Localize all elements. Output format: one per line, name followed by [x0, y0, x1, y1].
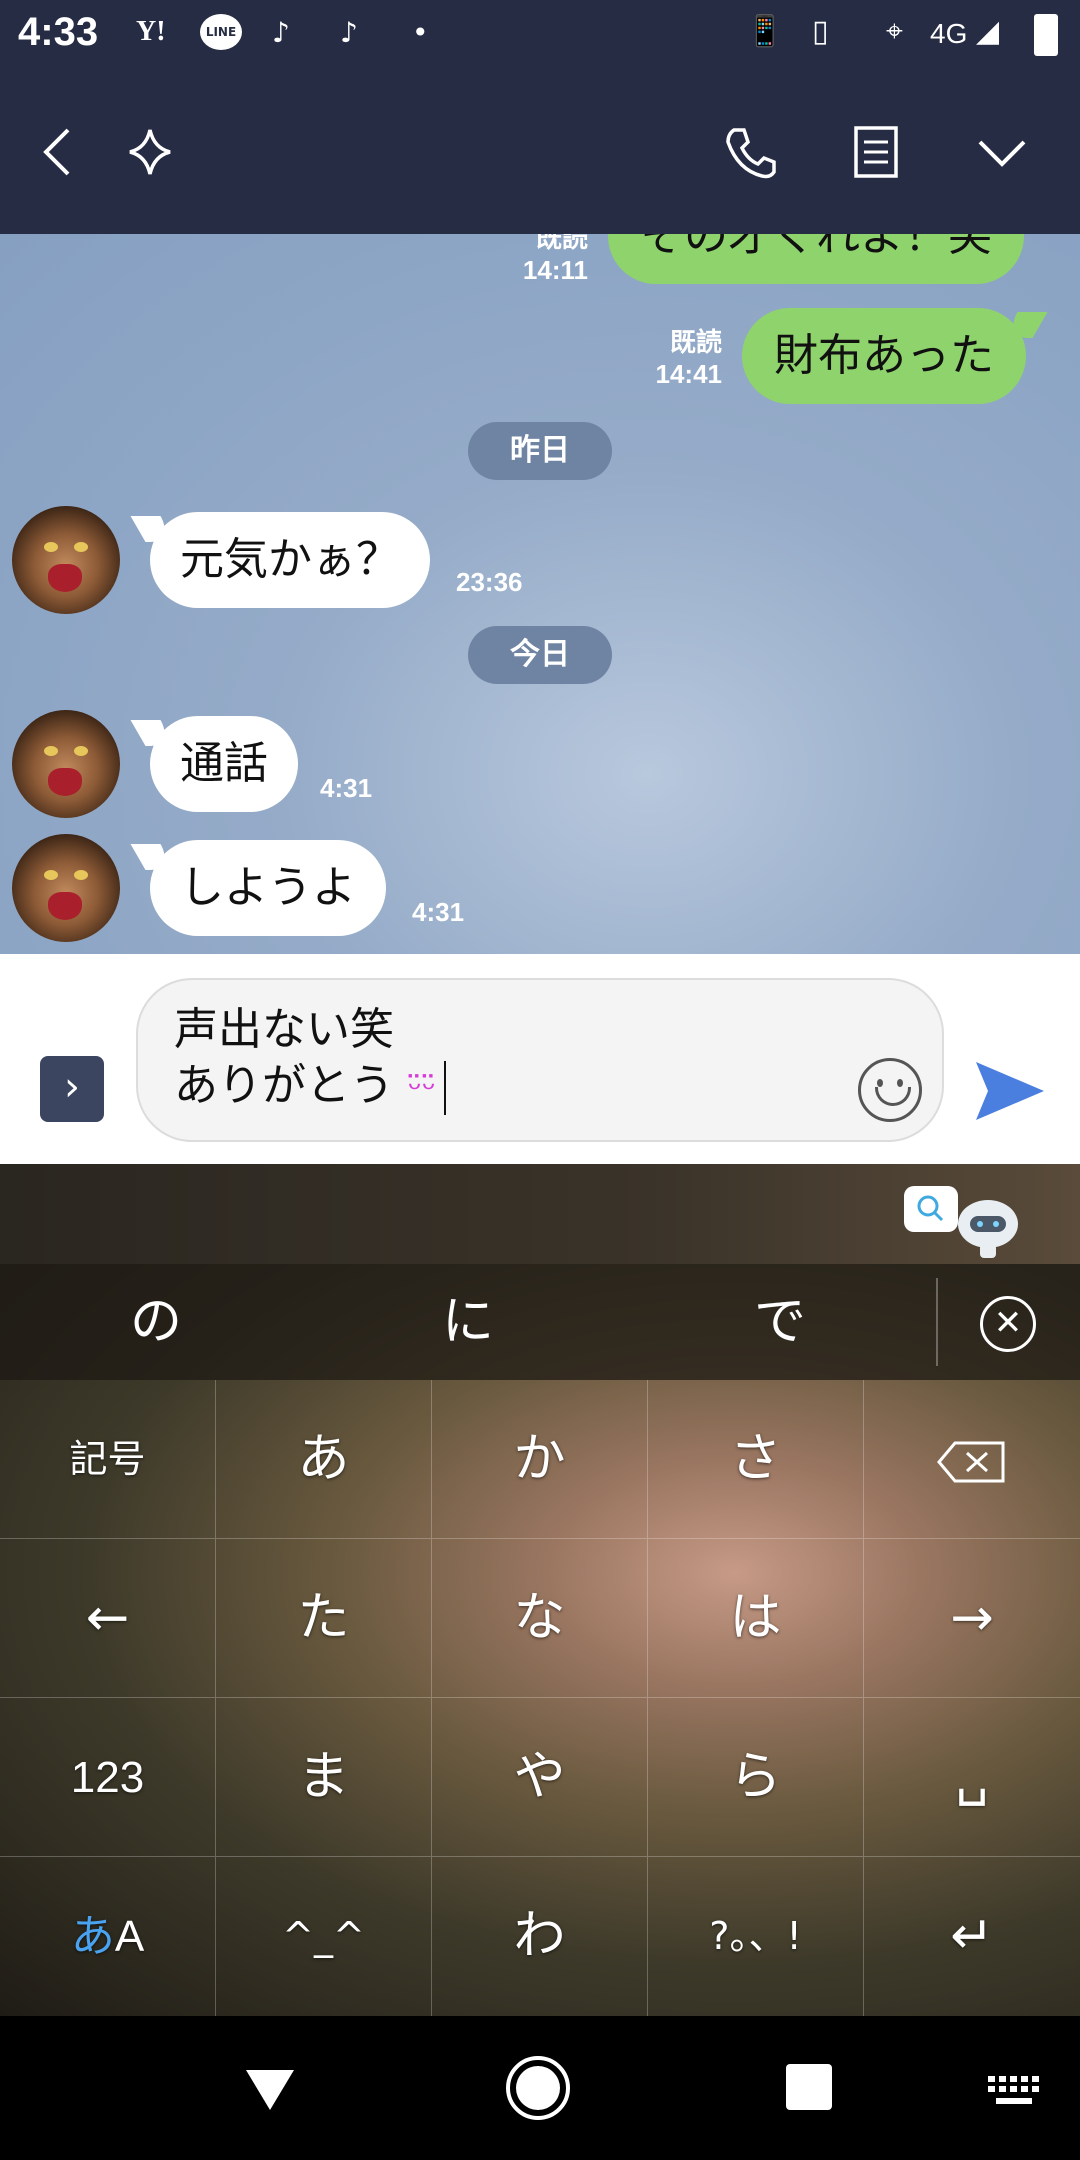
- chevron-right-icon: ›: [64, 1064, 80, 1110]
- key-a[interactable]: あ: [216, 1380, 432, 1539]
- chevron-left-icon: [43, 128, 70, 176]
- avatar[interactable]: [12, 710, 120, 818]
- date-divider: 今日: [468, 626, 612, 684]
- key-cursor-right[interactable]: →: [864, 1539, 1080, 1698]
- message-bubble-incoming[interactable]: しようよ: [150, 840, 386, 936]
- keyboard-switch-icon[interactable]: [986, 2074, 1042, 2108]
- home-icon[interactable]: [504, 2054, 572, 2122]
- key-kaomoji[interactable]: ^_^: [216, 1857, 432, 2016]
- battery-icon: [1034, 14, 1058, 56]
- send-icon: [976, 1062, 1044, 1120]
- key-space[interactable]: ␣: [864, 1698, 1080, 1857]
- text-caret: [444, 1061, 447, 1115]
- message-bubble-incoming[interactable]: 通話: [150, 716, 298, 812]
- keyboard-toolbar: [0, 1164, 1080, 1264]
- suggestion[interactable]: の: [6, 1264, 306, 1380]
- avatar[interactable]: [12, 834, 120, 942]
- status-time: 4:33: [18, 10, 99, 54]
- yahoo-icon: Y!: [136, 16, 166, 47]
- key-ta[interactable]: た: [216, 1539, 432, 1698]
- message-time: 14:11: [522, 255, 588, 285]
- back-button[interactable]: [20, 112, 100, 192]
- sparkle-icon: [129, 129, 171, 175]
- chat-area[interactable]: 既読 14:11 その才くれよ！笑 既読 14:41 財布あった 昨日 元気かぁ…: [0, 234, 1080, 954]
- input-line-1: 声出ない笑: [174, 1004, 394, 1055]
- message-time: 4:31: [412, 897, 465, 927]
- suggestion-bar: の に で ✕: [0, 1264, 1080, 1380]
- tiktok-icon-2: ♪: [340, 16, 358, 49]
- nfc-icon: 📱: [746, 14, 784, 49]
- read-receipt: 既読: [669, 327, 722, 357]
- message-bubble-incoming[interactable]: 元気かぁ？: [150, 512, 430, 608]
- key-punctuation[interactable]: ?。、!: [648, 1857, 864, 2016]
- message-bubble-outgoing[interactable]: 財布あった: [742, 308, 1026, 404]
- key-ka[interactable]: か: [432, 1380, 648, 1539]
- keep-button[interactable]: [110, 112, 190, 192]
- key-grid: 記号 あ か さ ← た な は → 123 ま や ら ␣ あA ^_^ わ …: [0, 1380, 1080, 2016]
- phone-icon: [726, 128, 776, 179]
- send-button[interactable]: [972, 1056, 1048, 1126]
- avatar[interactable]: [12, 506, 120, 614]
- key-enter[interactable]: ↵: [864, 1857, 1080, 2016]
- key-input-mode[interactable]: あA: [0, 1857, 216, 2016]
- key-ha[interactable]: は: [648, 1539, 864, 1698]
- chevron-down-icon: [978, 140, 1026, 167]
- vibrate-icon: ▯: [812, 14, 829, 49]
- read-receipt: 既読: [535, 234, 588, 253]
- tiktok-icon: ♪: [272, 16, 290, 49]
- message-time: 4:31: [320, 773, 373, 803]
- message-time: 14:41: [655, 359, 723, 389]
- search-bot-icon[interactable]: [900, 1182, 1028, 1262]
- message-time: 23:36: [456, 567, 523, 597]
- suggestion[interactable]: で: [630, 1264, 930, 1380]
- keyboard: の に で ✕ 記号 あ か さ ← た な は → 123 ま や ら ␣ あ…: [0, 1164, 1080, 2016]
- emoticon: ᵕ̈ᵕ̈: [408, 1069, 437, 1109]
- close-icon: ✕: [993, 1303, 1023, 1343]
- key-ya[interactable]: や: [432, 1698, 648, 1857]
- key-wa[interactable]: わ: [432, 1857, 648, 2016]
- network-label: 4G: [930, 18, 968, 49]
- backspace-icon: [937, 1441, 1005, 1483]
- key-numbers[interactable]: 123: [0, 1698, 216, 1857]
- key-sa[interactable]: さ: [648, 1380, 864, 1539]
- key-ma[interactable]: ま: [216, 1698, 432, 1857]
- chat-header: [0, 72, 1080, 234]
- date-divider: 昨日: [468, 422, 612, 480]
- recents-icon[interactable]: [786, 2064, 832, 2110]
- message-input[interactable]: 声出ない笑 ありがとう ᵕ̈ᵕ̈: [136, 978, 944, 1142]
- clear-suggestions-button[interactable]: ✕: [980, 1296, 1036, 1352]
- key-backspace[interactable]: [864, 1380, 1080, 1539]
- notes-icon: [854, 126, 898, 178]
- menu-button[interactable]: [962, 112, 1042, 192]
- dot-icon: •: [412, 16, 429, 49]
- key-ra[interactable]: ら: [648, 1698, 864, 1857]
- suggestion[interactable]: に: [318, 1264, 618, 1380]
- message-meta: 既読 14:41: [614, 326, 723, 390]
- back-triangle-icon[interactable]: [242, 2064, 298, 2114]
- message-bubble-outgoing[interactable]: その才くれよ！笑: [608, 234, 1024, 284]
- signal-icon: ◢: [976, 14, 1000, 49]
- line-icon: LINE: [200, 14, 242, 50]
- navigation-bar: [0, 2016, 1080, 2160]
- message-meta: 既読 14:11: [480, 234, 588, 286]
- key-symbols[interactable]: 記号: [0, 1380, 216, 1539]
- key-cursor-left[interactable]: ←: [0, 1539, 216, 1698]
- message-input-bar: › 声出ない笑 ありがとう ᵕ̈ᵕ̈: [0, 954, 1080, 1164]
- notes-button[interactable]: [836, 112, 916, 192]
- input-line-2: ありがとう: [174, 1060, 394, 1111]
- expand-menu-button[interactable]: ›: [40, 1056, 104, 1122]
- emoji-button[interactable]: [858, 1058, 922, 1122]
- divider: [936, 1278, 938, 1366]
- key-na[interactable]: な: [432, 1539, 648, 1698]
- call-button[interactable]: [710, 112, 790, 192]
- location-icon: ⌖: [886, 14, 903, 49]
- status-bar: 4:33 Y! LINE ♪ ♪ • 📱 ▯ ⌖ 4G ◢: [0, 0, 1080, 72]
